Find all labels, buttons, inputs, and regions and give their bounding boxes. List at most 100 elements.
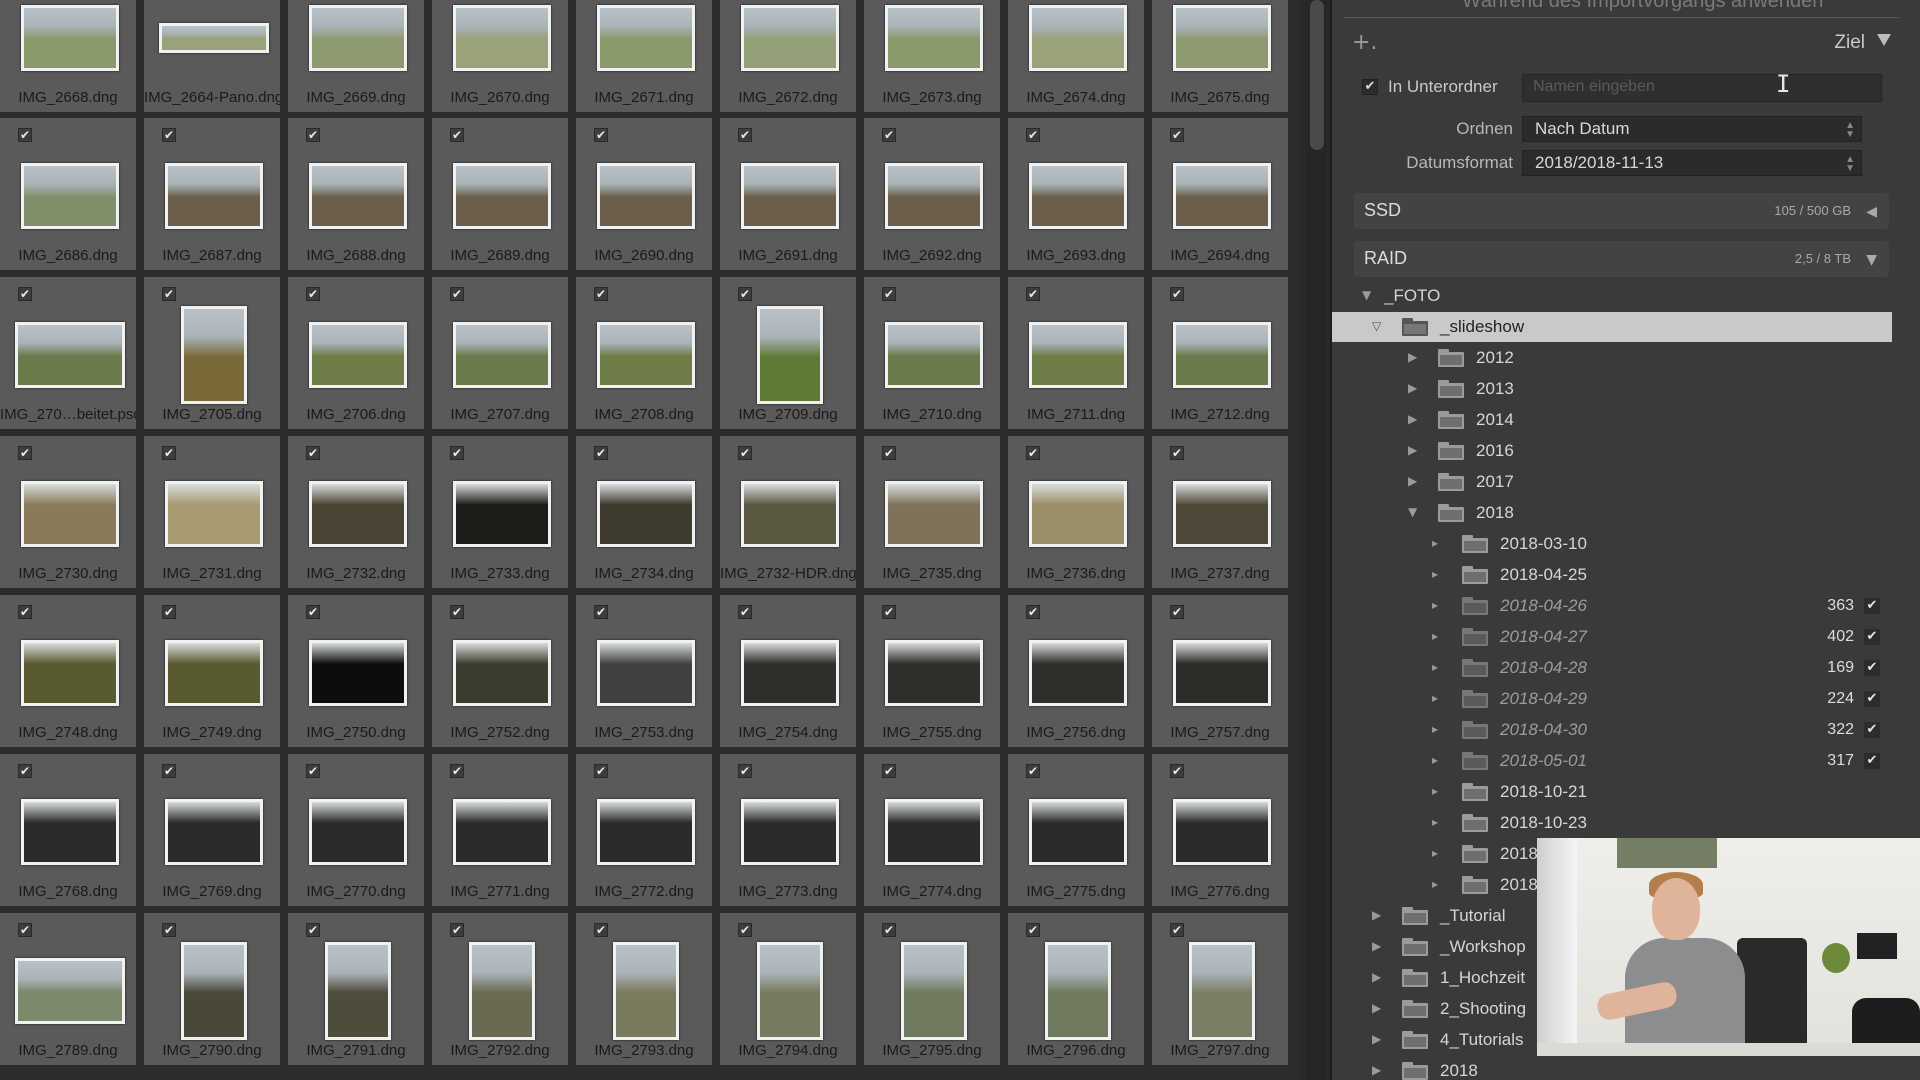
photo-thumbnail[interactable] (885, 322, 983, 388)
thumbnail-cell[interactable]: ✔ IMG_2706.dng (288, 277, 428, 433)
folder-row[interactable]: ▶ 2017 (1332, 467, 1892, 497)
thumbnail-cell[interactable]: ✔ IMG_2689.dng (432, 118, 572, 274)
photo-thumbnail[interactable] (597, 163, 695, 229)
scrollbar-thumb[interactable] (1310, 0, 1324, 150)
thumbnail-cell[interactable]: ✔ IMG_2755.dng (864, 595, 1004, 751)
thumbnail-cell[interactable]: ✔ IMG_2692.dng (864, 118, 1004, 274)
photo-thumbnail[interactable] (1029, 640, 1127, 706)
include-checkbox[interactable]: ✔ (18, 287, 32, 301)
include-checkbox[interactable]: ✔ (882, 446, 896, 460)
thumbnail-cell[interactable]: ✔ IMG_2754.dng (720, 595, 860, 751)
photo-thumbnail[interactable] (597, 5, 695, 71)
include-checkbox[interactable]: ✔ (18, 128, 32, 142)
photo-thumbnail[interactable] (1173, 322, 1271, 388)
disclosure-triangle-icon[interactable]: ▸ (1432, 753, 1438, 767)
photo-thumbnail[interactable] (21, 163, 119, 229)
folder-row[interactable]: ▶ 2013 (1332, 374, 1892, 404)
include-checkbox[interactable]: ✔ (1170, 128, 1184, 142)
disclosure-triangle-icon[interactable]: ▶ (1408, 350, 1417, 364)
thumbnail-cell[interactable]: IMG_2664-Pano.dng (144, 0, 284, 116)
thumbnail-cell[interactable]: ✔ IMG_2687.dng (144, 118, 284, 274)
include-checkbox[interactable]: ✔ (306, 923, 320, 937)
include-checkbox[interactable]: ✔ (306, 287, 320, 301)
disclosure-triangle-icon[interactable]: ▽ (1372, 319, 1381, 333)
thumbnail-cell[interactable]: ✔ IMG_2708.dng (576, 277, 716, 433)
photo-thumbnail[interactable] (469, 942, 535, 1040)
photo-thumbnail[interactable] (885, 481, 983, 547)
photo-thumbnail[interactable] (165, 640, 263, 706)
folder-row[interactable]: ▸ 2018-04-28 169 ✔ (1332, 653, 1892, 683)
photo-thumbnail[interactable] (1173, 799, 1271, 865)
thumbnail-cell[interactable]: ✔ IMG_2748.dng (0, 595, 140, 751)
thumbnail-cell[interactable]: ✔ IMG_2773.dng (720, 754, 860, 910)
thumbnail-cell[interactable]: ✔ IMG_2707.dng (432, 277, 572, 433)
disclosure-triangle-icon[interactable]: ▶ (1372, 970, 1381, 984)
photo-thumbnail[interactable] (165, 481, 263, 547)
add-folder-icon[interactable]: +. (1352, 30, 1377, 55)
thumbnail-cell[interactable]: IMG_2674.dng (1008, 0, 1148, 116)
thumbnail-cell[interactable]: IMG_2673.dng (864, 0, 1004, 116)
volume-raid[interactable]: RAID 2,5 / 8 TB ▼ (1354, 241, 1889, 277)
include-checkbox[interactable]: ✔ (162, 446, 176, 460)
expand-down-icon[interactable]: ▼ (1866, 252, 1877, 268)
disclosure-triangle-icon[interactable]: ▸ (1432, 722, 1438, 736)
include-checkbox[interactable]: ✔ (18, 605, 32, 619)
include-checkbox[interactable]: ✔ (882, 128, 896, 142)
include-checkbox[interactable]: ✔ (594, 923, 608, 937)
folder-checkbox[interactable]: ✔ (1864, 691, 1880, 707)
photo-thumbnail[interactable] (901, 942, 967, 1040)
thumbnail-cell[interactable]: ✔ IMG_2710.dng (864, 277, 1004, 433)
photo-thumbnail[interactable] (613, 942, 679, 1040)
thumbnail-cell[interactable]: ✔ IMG_2791.dng (288, 913, 428, 1069)
folder-row[interactable]: ▼ 2018 (1332, 498, 1892, 528)
include-checkbox[interactable]: ✔ (1170, 764, 1184, 778)
photo-thumbnail[interactable] (1029, 163, 1127, 229)
apply-during-import-header[interactable]: Während des Importvorgangs anwenden (1462, 0, 1823, 13)
include-checkbox[interactable]: ✔ (162, 605, 176, 619)
folder-row[interactable]: ▸ 2018-04-25 (1332, 560, 1892, 590)
include-checkbox[interactable]: ✔ (882, 287, 896, 301)
include-checkbox[interactable]: ✔ (594, 605, 608, 619)
folder-row[interactable]: ▶ 2012 (1332, 343, 1892, 373)
thumbnail-cell[interactable]: ✔ IMG_2769.dng (144, 754, 284, 910)
thumbnail-cell[interactable]: ✔ IMG_2690.dng (576, 118, 716, 274)
photo-thumbnail[interactable] (885, 163, 983, 229)
disclosure-triangle-icon[interactable]: ▸ (1432, 598, 1438, 612)
thumbnail-cell[interactable]: ✔ IMG_2757.dng (1152, 595, 1292, 751)
thumbnail-cell[interactable]: ✔ IMG_2753.dng (576, 595, 716, 751)
thumbnail-cell[interactable]: ✔ IMG_2691.dng (720, 118, 860, 274)
photo-thumbnail[interactable] (21, 481, 119, 547)
include-checkbox[interactable]: ✔ (594, 128, 608, 142)
include-checkbox[interactable]: ✔ (738, 605, 752, 619)
thumbnail-cell[interactable]: ✔ IMG_2730.dng (0, 436, 140, 592)
include-checkbox[interactable]: ✔ (18, 764, 32, 778)
include-checkbox[interactable]: ✔ (450, 764, 464, 778)
thumbnail-cell[interactable]: ✔ IMG_2712.dng (1152, 277, 1292, 433)
include-checkbox[interactable]: ✔ (1026, 446, 1040, 460)
thumbnail-cell[interactable]: ✔ IMG_2797.dng (1152, 913, 1292, 1069)
thumbnail-cell[interactable]: ✔ IMG_2732.dng (288, 436, 428, 592)
photo-thumbnail[interactable] (15, 958, 125, 1024)
thumbnail-cell[interactable]: ✔ IMG_2693.dng (1008, 118, 1148, 274)
photo-thumbnail[interactable] (741, 163, 839, 229)
thumbnail-cell[interactable]: IMG_2670.dng (432, 0, 572, 116)
photo-thumbnail[interactable] (1029, 799, 1127, 865)
photo-thumbnail[interactable] (1173, 481, 1271, 547)
photo-thumbnail[interactable] (453, 322, 551, 388)
thumbnail-cell[interactable]: IMG_2668.dng (0, 0, 140, 116)
disclosure-triangle-icon[interactable]: ▸ (1432, 815, 1438, 829)
photo-thumbnail[interactable] (1189, 942, 1255, 1040)
folder-row[interactable]: ▸ 2018-03-10 (1332, 529, 1892, 559)
thumbnail-cell[interactable]: ✔ IMG_2686.dng (0, 118, 140, 274)
disclosure-triangle-icon[interactable]: ▸ (1432, 691, 1438, 705)
include-checkbox[interactable]: ✔ (450, 446, 464, 460)
thumbnail-cell[interactable]: IMG_2671.dng (576, 0, 716, 116)
ordnen-select[interactable]: Nach Datum ▲ ▼ (1522, 116, 1862, 142)
destination-title[interactable]: Ziel (1834, 32, 1865, 54)
thumbnail-cell[interactable]: IMG_2675.dng (1152, 0, 1292, 116)
thumbnail-cell[interactable]: ✔ IMG_270…beitet.psd (0, 277, 140, 433)
photo-thumbnail[interactable] (309, 481, 407, 547)
thumbnail-cell[interactable]: ✔ IMG_2789.dng (0, 913, 140, 1069)
disclosure-triangle-icon[interactable]: ▶ (1372, 1063, 1381, 1077)
thumbnail-cell[interactable]: ✔ IMG_2795.dng (864, 913, 1004, 1069)
